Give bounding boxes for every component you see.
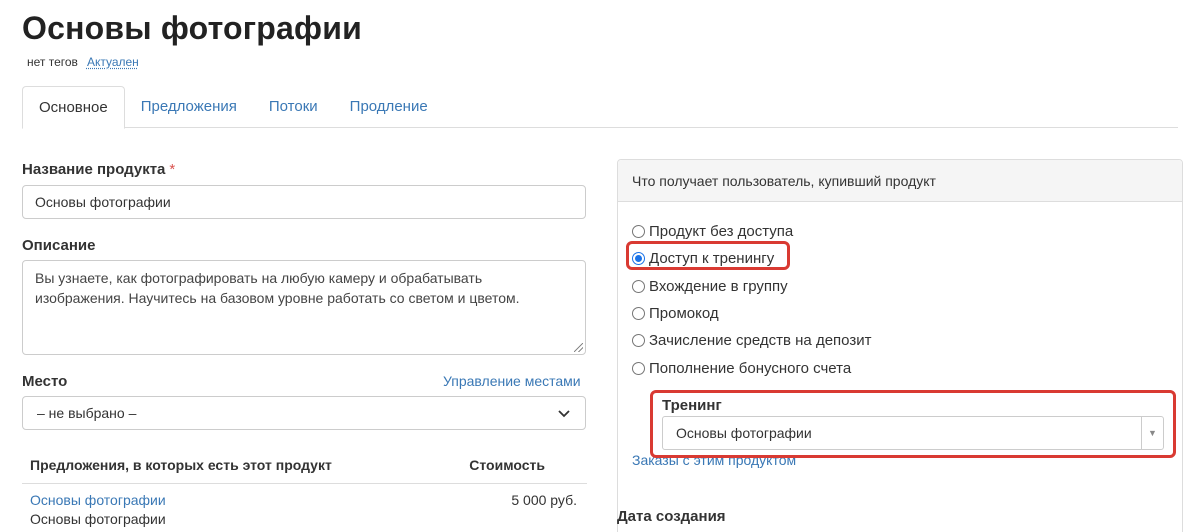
access-panel: Что получает пользователь, купивший прод… [617, 159, 1183, 532]
training-label: Тренинг [662, 397, 722, 414]
radio-label: Зачисление средств на депозит [649, 332, 872, 350]
status-link[interactable]: Актуален [87, 55, 139, 69]
tab-bar: Основное Предложения Потоки Продление [22, 86, 1178, 129]
access-panel-header: Что получает пользователь, купивший прод… [618, 160, 1182, 202]
product-meta: нет тегов Актуален [27, 55, 139, 69]
product-name-label: Название продукта * [22, 161, 175, 178]
tags-label: нет тегов [27, 55, 78, 69]
creation-date-label: Дата создания [617, 508, 726, 525]
offer-name-link[interactable]: Основы фотографии [30, 492, 580, 508]
radio-promocode[interactable]: Промокод [632, 300, 871, 327]
resize-grip-icon[interactable] [574, 343, 583, 352]
radio-button-checked[interactable] [632, 252, 645, 266]
radio-label: Вхождение в группу [649, 277, 788, 295]
radio-no-access[interactable]: Продукт без доступа [632, 218, 871, 245]
offers-header-name: Предложения, в которых есть этот продукт [30, 456, 332, 473]
radio-button[interactable] [632, 279, 645, 293]
tab-offers[interactable]: Предложения [125, 86, 253, 128]
radio-label: Пополнение бонусного счета [649, 359, 852, 377]
tab-streams[interactable]: Потоки [253, 86, 334, 128]
description-label: Описание [22, 237, 96, 254]
tab-renewal[interactable]: Продление [334, 86, 444, 128]
radio-label: Промокод [649, 305, 719, 323]
offer-price: 5 000 руб. [511, 492, 577, 508]
page-title: Основы фотографии [22, 10, 362, 46]
offer-product-name: Основы фотографии [30, 511, 166, 527]
description-textarea[interactable]: Вы узнаете, как фотографировать на любую… [22, 260, 586, 355]
tab-main[interactable]: Основное [22, 86, 125, 129]
radio-group-entry[interactable]: Вхождение в группу [632, 273, 871, 300]
manage-places-link[interactable]: Управление местами [443, 373, 581, 389]
orders-with-product-link[interactable]: Заказы с этим продуктом [632, 452, 796, 468]
offers-table-header: Предложения, в которых есть этот продукт… [22, 446, 587, 484]
access-type-radio-group: Продукт без доступа Доступ к тренингу Вх… [632, 218, 871, 382]
table-row: Основы фотографии Основы фотографии 5 00… [30, 492, 580, 527]
radio-training-access[interactable]: Доступ к тренингу [632, 245, 871, 272]
radio-button[interactable] [632, 334, 645, 348]
radio-bonus[interactable]: Пополнение бонусного счета [632, 354, 871, 381]
place-select-value: – не выбрано – [37, 405, 137, 421]
place-select[interactable]: – не выбрано – [22, 396, 586, 430]
place-label: Место [22, 373, 68, 390]
product-name-label-text: Название продукта [22, 161, 166, 178]
radio-button[interactable] [632, 361, 645, 375]
offers-header-price: Стоимость [469, 456, 545, 473]
chevron-down-icon [558, 410, 570, 418]
required-mark: * [169, 161, 176, 178]
training-select[interactable]: Основы фотографии ▼ [662, 416, 1164, 450]
radio-label: Продукт без доступа [649, 223, 794, 241]
radio-button[interactable] [632, 225, 645, 239]
radio-label: Доступ к тренингу [649, 250, 775, 268]
training-select-value: Основы фотографии [676, 425, 812, 441]
product-name-input[interactable]: Основы фотографии [22, 185, 586, 219]
dropdown-arrow-icon[interactable]: ▼ [1141, 417, 1163, 449]
radio-deposit[interactable]: Зачисление средств на депозит [632, 327, 871, 354]
radio-button[interactable] [632, 307, 645, 321]
description-text: Вы узнаете, как фотографировать на любую… [35, 270, 520, 306]
